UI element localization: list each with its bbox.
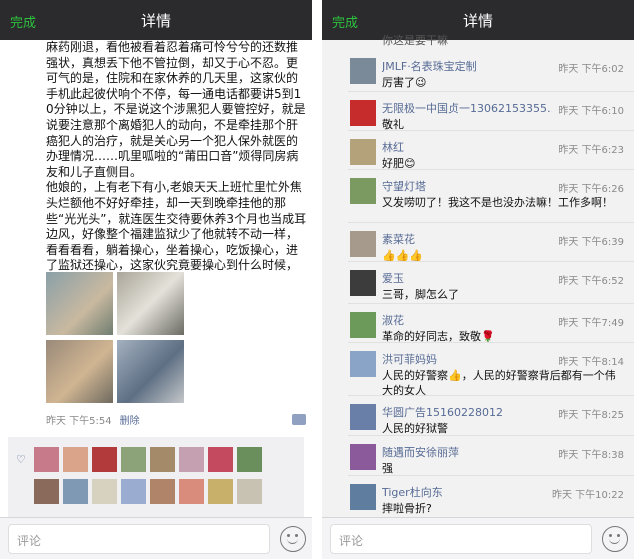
comment-item[interactable]: 华圆广告15160228012 昨天 下午8:25 人民的好狱警: [322, 398, 634, 443]
comment-time: 昨天 下午6:26: [558, 184, 624, 195]
liker-avatar[interactable]: [208, 447, 233, 472]
page-title: 详情: [462, 12, 493, 30]
liker-avatar[interactable]: [63, 447, 88, 472]
comment-time: 昨天 下午8:25: [558, 410, 624, 421]
page-title: 详情: [140, 12, 171, 30]
commenter-name[interactable]: 洪可菲妈妈: [382, 351, 437, 367]
comment-text: 强: [382, 462, 393, 475]
commenter-name[interactable]: 守望灯塔: [382, 178, 426, 194]
commenter-avatar[interactable]: [350, 484, 376, 510]
comment-bar: 评论: [0, 517, 312, 559]
commenter-name[interactable]: Tiger杜向东: [382, 484, 443, 500]
comment-bar: 评论: [322, 517, 634, 559]
commenter-avatar[interactable]: [350, 178, 376, 204]
comment-icon[interactable]: [292, 414, 306, 425]
moment-detail-panel: 完成 详情 麻药刚退，看他被看着忍着痛可怜兮兮的还数推强状，真想丢下他不管拉倒，…: [0, 0, 312, 559]
comment-time: 昨天 下午8:14: [558, 357, 624, 368]
likes-box: ♡: [8, 437, 304, 517]
commenter-avatar[interactable]: [350, 270, 376, 296]
comments-panel: 完成 详情 你这是要干嘛 JMLF·名表珠宝定制 昨天 下午6:02 厉害了😉 无限极…: [322, 0, 634, 559]
post-timestamp: 昨天 下午5:54: [46, 416, 112, 427]
post-meta: 昨天 下午5:54 删除: [46, 412, 140, 427]
liker-avatar[interactable]: [237, 447, 262, 472]
liker-avatar[interactable]: [179, 479, 204, 504]
liker-avatar[interactable]: [121, 479, 146, 504]
liker-avatar[interactable]: [92, 447, 117, 472]
liker-avatar[interactable]: [179, 447, 204, 472]
comment-time: 昨天 下午6:39: [558, 237, 624, 248]
comment-divider: [348, 169, 634, 170]
emoji-icon[interactable]: [602, 526, 628, 552]
commenter-avatar[interactable]: [350, 231, 376, 257]
top-bar: 完成 详情: [0, 0, 312, 40]
comment-divider: [348, 261, 634, 262]
delete-link[interactable]: 删除: [120, 416, 140, 427]
commenter-avatar[interactable]: [350, 404, 376, 430]
post-photo-2[interactable]: [117, 272, 184, 335]
comment-placeholder: 评论: [17, 534, 42, 548]
liker-avatar[interactable]: [34, 479, 59, 504]
comment-divider: [348, 91, 634, 92]
comment-time: 昨天 下午8:38: [558, 450, 624, 461]
comment-placeholder: 评论: [339, 534, 364, 548]
commenter-name[interactable]: 无限极一中国贞一13062153355…: [382, 100, 552, 116]
commenter-name[interactable]: 爱玉: [382, 270, 404, 286]
comment-text: 三哥，脚怎么了: [382, 288, 459, 301]
comment-divider: [348, 130, 634, 131]
commenter-name[interactable]: 随遇而安徐丽萍: [382, 444, 459, 460]
partial-comment: 你这是要干嘛: [382, 34, 448, 47]
comment-item[interactable]: 洪可菲妈妈 昨天 下午8:14 人民的好警察👍，人民的好警察背后都有一个伟大的女人: [322, 345, 634, 397]
post-photo-1[interactable]: [46, 272, 113, 335]
comment-text: 厉害了😉: [382, 76, 427, 89]
liker-avatar[interactable]: [208, 479, 233, 504]
post-photo-4[interactable]: [46, 340, 113, 403]
comment-item[interactable]: 守望灯塔 昨天 下午6:26 又发唠叨了！我这不是也没办法嘛！工作多啊！: [322, 172, 634, 217]
liker-avatar[interactable]: [92, 479, 117, 504]
liker-avatar[interactable]: [150, 447, 175, 472]
liker-avatar[interactable]: [34, 447, 59, 472]
emoji-icon[interactable]: [280, 526, 306, 552]
commenter-name[interactable]: 淑花: [382, 312, 404, 328]
commenter-avatar[interactable]: [350, 58, 376, 84]
comment-time: 昨天 下午6:02: [558, 64, 624, 75]
commenter-name[interactable]: 华圆广告15160228012: [382, 404, 503, 420]
post-text: 麻药刚退，看他被看着忍着痛可怜兮兮的还数推强状，真想丢下他不管拉倒，却又于心不忍…: [46, 40, 307, 288]
commenter-avatar[interactable]: [350, 444, 376, 470]
comment-time: 昨天 下午10:22: [552, 490, 624, 501]
comment-input[interactable]: 评论: [330, 524, 592, 554]
commenter-name[interactable]: 素菜花: [382, 231, 415, 247]
comment-divider: [348, 342, 634, 343]
commenter-avatar[interactable]: [350, 100, 376, 126]
commenter-name[interactable]: JMLF·名表珠宝定制: [382, 58, 477, 74]
comment-time: 昨天 下午6:23: [558, 145, 624, 156]
comment-divider: [348, 475, 634, 476]
commenter-avatar[interactable]: [350, 351, 376, 377]
comment-divider: [348, 435, 634, 436]
comment-time: 昨天 下午6:52: [558, 276, 624, 287]
photo-grid: [46, 272, 188, 410]
commenter-name[interactable]: 林红: [382, 139, 404, 155]
comment-item[interactable]: 随遇而安徐丽萍 昨天 下午8:38 强: [322, 438, 634, 483]
post-photo-5[interactable]: [117, 340, 184, 403]
top-bar: 完成 详情: [322, 0, 634, 40]
heart-icon: ♡: [16, 453, 26, 466]
comment-time: 昨天 下午6:10: [558, 106, 624, 117]
comment-text: 又发唠叨了！我这不是也没办法嘛！工作多啊！: [382, 196, 613, 209]
comment-input[interactable]: 评论: [8, 524, 270, 554]
commenter-avatar[interactable]: [350, 312, 376, 338]
comment-divider: [348, 303, 634, 304]
comment-text: 人民的好狱警: [382, 422, 448, 435]
comment-time: 昨天 下午7:49: [558, 318, 624, 329]
commenter-avatar[interactable]: [350, 139, 376, 165]
comment-divider: [348, 222, 634, 223]
liker-avatar[interactable]: [150, 479, 175, 504]
comment-text: 人民的好警察👍，人民的好警察背后都有一个伟大的女人: [382, 369, 616, 397]
comment-divider: [348, 395, 634, 396]
comment-text: 摔啦骨折?: [382, 502, 432, 515]
liker-avatar[interactable]: [121, 447, 146, 472]
liker-avatar[interactable]: [237, 479, 262, 504]
liker-avatar[interactable]: [63, 479, 88, 504]
